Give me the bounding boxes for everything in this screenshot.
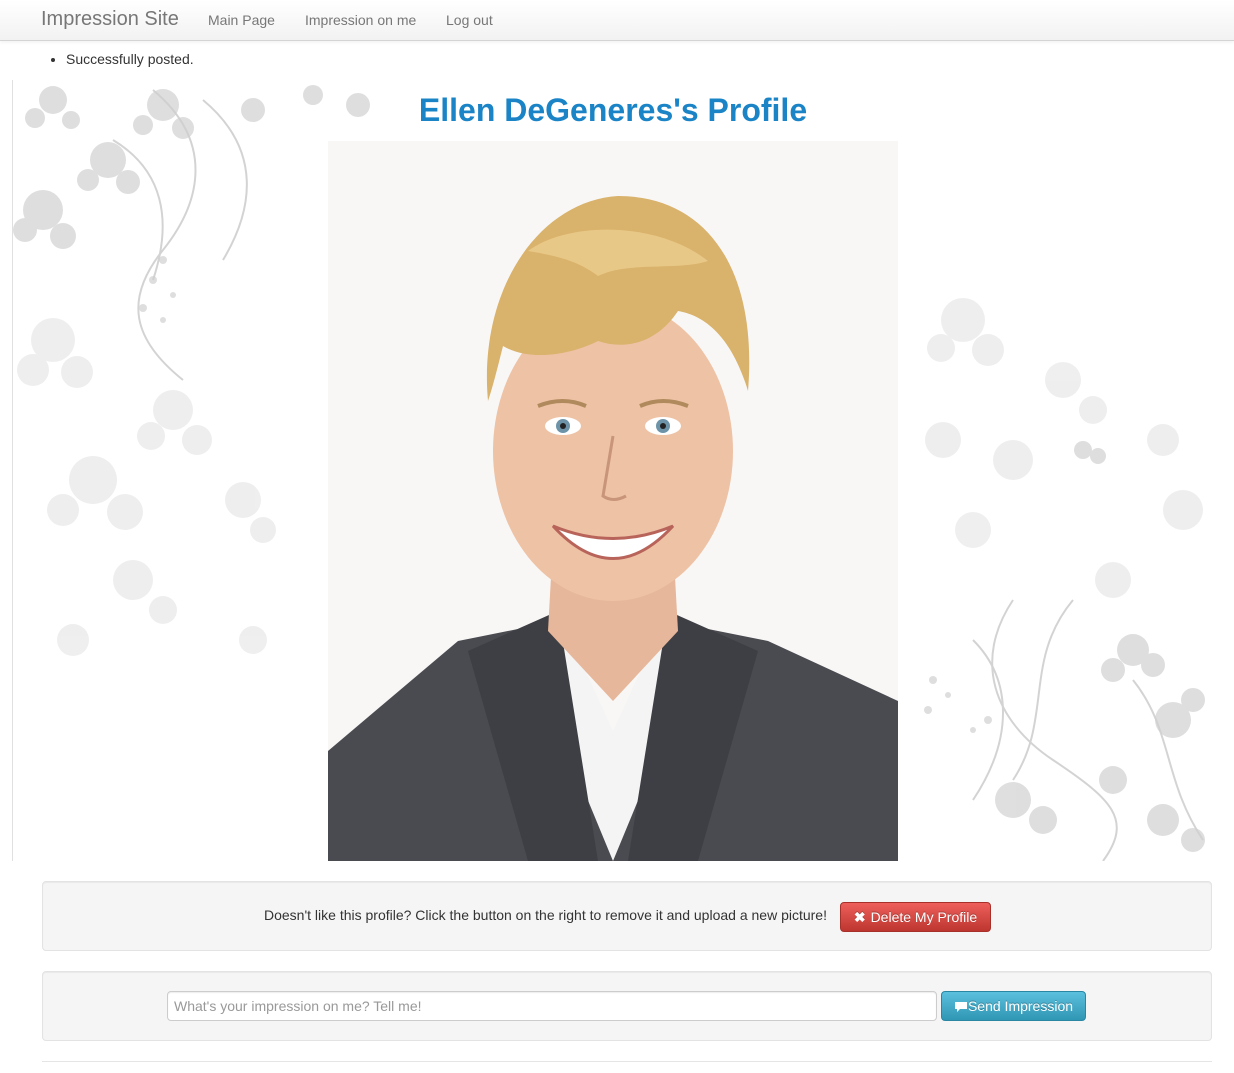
profile-title: Ellen DeGeneres's Profile — [418, 92, 808, 128]
navbar: Impression Site Main Page Impression on … — [0, 0, 1234, 41]
nav-log-out[interactable]: Log out — [446, 12, 493, 28]
send-impression-button[interactable]: Send Impression — [941, 991, 1086, 1021]
impression-form-panel: Send Impression — [42, 971, 1212, 1041]
flash-messages: Successfully posted. — [52, 51, 194, 67]
brand-link[interactable]: Impression Site — [41, 8, 179, 31]
send-impression-button-label: Send Impression — [967, 998, 1074, 1014]
comment-icon — [954, 1002, 967, 1012]
flash-message: Successfully posted. — [66, 51, 194, 67]
delete-profile-button-label: Delete My Profile — [870, 908, 978, 925]
nav-impression-on-me[interactable]: Impression on me — [305, 12, 416, 28]
footer-divider — [42, 1061, 1212, 1062]
impression-input[interactable] — [167, 991, 937, 1021]
nav-main-page[interactable]: Main Page — [208, 12, 275, 28]
x-icon: ✖ — [853, 908, 866, 925]
delete-profile-prompt: Doesn't like this profile? Click the but… — [264, 907, 827, 923]
profile-hero: Ellen DeGeneres's Profile — [12, 80, 1212, 861]
profile-photo — [328, 141, 898, 861]
profile-portrait-image — [328, 141, 898, 861]
delete-profile-panel: Doesn't like this profile? Click the but… — [42, 881, 1212, 951]
delete-profile-button[interactable]: ✖ Delete My Profile — [840, 902, 991, 932]
